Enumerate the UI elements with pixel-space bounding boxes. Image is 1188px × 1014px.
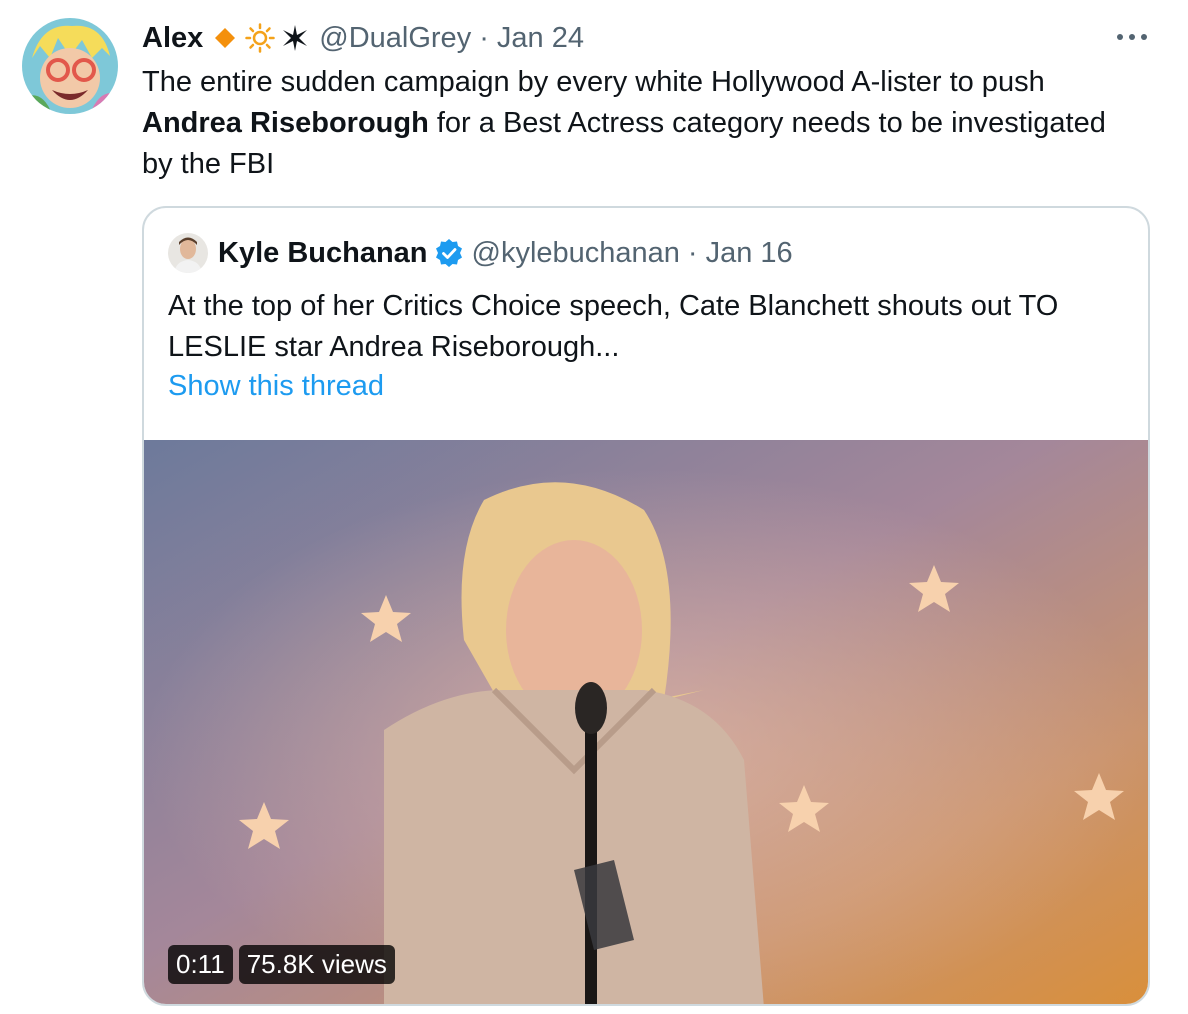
- quote-author-name[interactable]: Kyle Buchanan: [218, 237, 428, 270]
- quote-header: Kyle Buchanan @kylebuchanan · Jan 16: [168, 232, 793, 274]
- quote-author-handle[interactable]: @kylebuchanan: [472, 237, 680, 270]
- tweet-text-part1: The entire sudden campaign by every whit…: [142, 66, 1045, 98]
- quote-separator-dot: ·: [687, 236, 698, 269]
- quote-author-avatar[interactable]: [168, 233, 208, 273]
- tweet-date[interactable]: Jan 24: [497, 22, 584, 55]
- quote-date[interactable]: Jan 16: [706, 237, 793, 270]
- ellipsis-icon: [1116, 28, 1148, 46]
- tweet-header: Alex @DualGrey · Jan 24: [142, 18, 584, 58]
- video-duration-badge: 0:11: [168, 945, 233, 984]
- separator-dot: ·: [479, 21, 489, 54]
- video-badges: 0:11 75.8K views: [168, 945, 395, 984]
- author-avatar[interactable]: [22, 18, 118, 114]
- sun-icon: [245, 23, 276, 53]
- show-thread-link[interactable]: Show this thread: [168, 370, 384, 403]
- tweet-text: The entire sudden campaign by every whit…: [142, 62, 1142, 185]
- verified-badge-icon: [434, 238, 464, 268]
- quote-text: At the top of her Critics Choice speech,…: [168, 290, 1059, 363]
- star-burst-icon: [281, 24, 309, 52]
- author-handle[interactable]: @DualGrey: [319, 22, 471, 55]
- quoted-tweet[interactable]: Kyle Buchanan @kylebuchanan · Jan 16 At …: [142, 206, 1150, 1006]
- video-player[interactable]: 0:11 75.8K views: [144, 440, 1148, 1004]
- orange-diamond-icon: [213, 26, 237, 50]
- more-options-button[interactable]: [1112, 22, 1152, 52]
- tweet-text-bold: Andrea Riseborough: [142, 107, 429, 139]
- author-name[interactable]: Alex: [142, 22, 203, 55]
- video-views-badge: 75.8K views: [238, 945, 395, 984]
